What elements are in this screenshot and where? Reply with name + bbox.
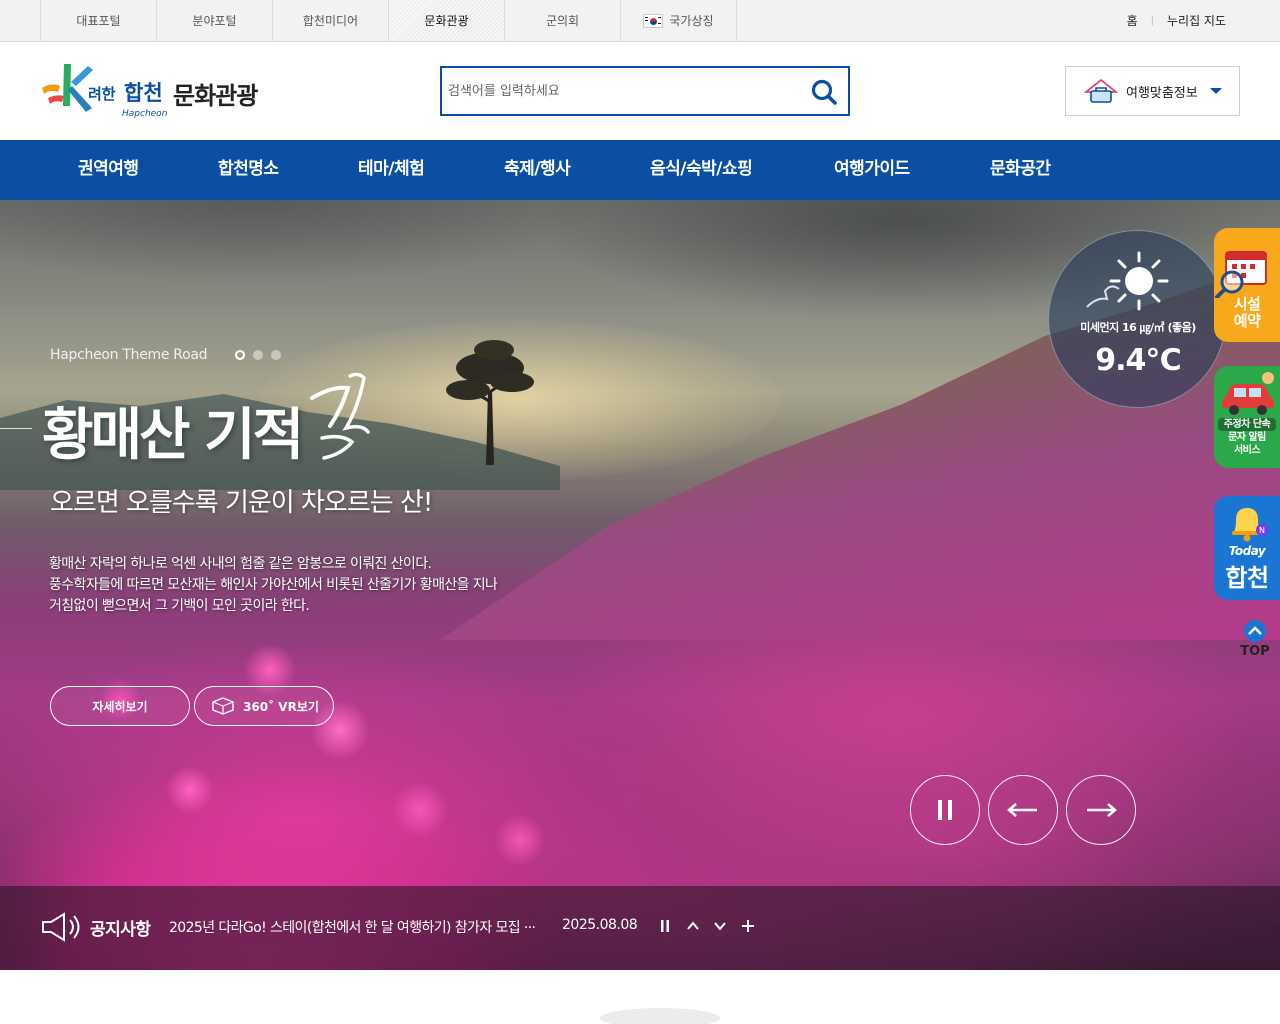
site-header: 려한 합천 Hapcheon 문화관광 여행맞춤정보 [0, 42, 1280, 140]
weather-widget: 미세먼지 16 ㎍/㎥ (좋음) 9.4℃ [1048, 230, 1226, 408]
hero-title-script: 길 [302, 368, 370, 460]
portal-tab-council[interactable]: 군의회 [505, 0, 621, 41]
plus-icon [742, 920, 754, 932]
scroll-top-button[interactable]: TOP [1240, 620, 1270, 660]
travel-bag-icon [1084, 78, 1118, 103]
search-button[interactable] [810, 78, 838, 106]
notice-next-button[interactable] [710, 916, 730, 936]
bell-icon: N [1232, 508, 1268, 542]
today-label: Today [1228, 544, 1266, 558]
today-hapcheon-quick[interactable]: N Today 합천 [1214, 496, 1280, 600]
hero-subtitle: 오르면 오를수록 기운이 차오르는 산! [50, 488, 433, 518]
chevron-up-icon [1244, 620, 1266, 642]
chevron-down-icon [714, 922, 726, 931]
hero-title: 황매산 기적 [42, 403, 304, 468]
portal-tab-culture-tourism[interactable]: 문화관광 [389, 0, 505, 41]
site-logo[interactable]: 려한 합천 Hapcheon 문화관광 [38, 62, 278, 120]
portal-bar: 대표포털 분야포털 합천미디어 문화관광 군의회 국가상징 홈 | 누리집 지도 [0, 0, 1280, 42]
slide-next-button[interactable] [1066, 775, 1136, 845]
pine-tree-image [446, 340, 534, 465]
pause-icon [661, 920, 669, 932]
site-title: 문화관광 [173, 82, 258, 110]
nav-item-food-lodging-shopping[interactable]: 음식/숙박/쇼핑 [650, 140, 753, 200]
portal-tab-national-symbol[interactable]: 국가상징 [621, 0, 737, 41]
slide-indicators [235, 350, 281, 360]
korea-flag-icon [643, 13, 664, 28]
decor-swoosh [600, 1008, 720, 1024]
view-detail-button[interactable]: 자세히보기 [50, 686, 190, 726]
parking-alert-quick[interactable]: 주정차 단속 문자 알림 서비스 [1214, 366, 1280, 468]
sitemap-link[interactable]: 누리집 지도 [1167, 12, 1226, 29]
main-nav: 권역여행 합천명소 테마/체험 축제/행사 음식/숙박/쇼핑 여행가이드 문화공… [0, 140, 1280, 200]
notice-prev-button[interactable] [683, 916, 703, 936]
chevron-up-icon [687, 921, 699, 930]
notice-date: 2025.08.08 [562, 917, 638, 933]
svg-text:N: N [1259, 526, 1265, 535]
portal-tab-media[interactable]: 합천미디어 [273, 0, 389, 41]
arrow-right-icon [1087, 803, 1117, 817]
temperature: 9.4℃ [1095, 343, 1181, 378]
arrow-left-icon [1007, 803, 1037, 817]
caret-down-icon [1209, 88, 1222, 94]
parking-alert-label: 주정차 단속 문자 알림 서비스 [1214, 418, 1280, 457]
nav-item-festivals[interactable]: 축제/행사 [504, 140, 571, 200]
car-icon [1222, 372, 1274, 415]
portal-tab-main[interactable]: 대표포털 [41, 0, 157, 41]
notice-pause-button[interactable] [655, 916, 675, 936]
slide-prev-button[interactable] [988, 775, 1058, 845]
slide-pause-button[interactable] [910, 775, 980, 845]
hapcheon-label: 합천 [1225, 564, 1269, 592]
home-link[interactable]: 홈 [1127, 12, 1138, 29]
sun-icon [1086, 251, 1169, 311]
facility-reservation-label: 시설 예약 [1233, 295, 1261, 330]
notice-more-button[interactable] [738, 916, 758, 936]
facility-reservation-quick[interactable]: 시설 예약 [1214, 228, 1280, 342]
hapcheon-logo-icon: 려한 합천 Hapcheon [42, 64, 168, 119]
search-box [440, 66, 850, 116]
nav-item-culture-space[interactable]: 문화공간 [990, 140, 1051, 200]
nav-item-attractions[interactable]: 합천명소 [218, 140, 279, 200]
search-input[interactable] [448, 80, 798, 102]
notice-headline[interactable]: 2025년 다라Go! 스테이(합천에서 한 달 여행하기) 참가자 모집 ··… [169, 917, 536, 937]
hero-description: 황매산 자락의 하나로 억센 사내의 험줄 같은 암봉으로 이뤄진 산이다. 풍… [49, 556, 498, 614]
util-separator: | [1150, 15, 1154, 26]
portal-tabs: 대표포털 분야포털 합천미디어 문화관광 군의회 국가상징 [40, 0, 737, 41]
nav-item-regional-travel[interactable]: 권역여행 [78, 140, 139, 200]
svg-text:Hapcheon: Hapcheon [122, 109, 168, 119]
portal-tab-field[interactable]: 분야포털 [157, 0, 273, 41]
search-icon [811, 79, 837, 105]
hero-decor-line [0, 428, 32, 429]
slide-dot-2[interactable] [253, 350, 263, 360]
slide-dot-1[interactable] [235, 350, 245, 360]
svg-text:길: 길 [302, 368, 303, 369]
util-links: 홈 | 누리집 지도 [1127, 0, 1226, 41]
travel-custom-info-button[interactable]: 여행맞춤정보 [1065, 66, 1240, 116]
notice-bar: 공지사항 2025년 다라Go! 스테이(합천에서 한 달 여행하기) 참가자 … [0, 886, 1280, 970]
calendar-search-icon [1215, 251, 1267, 298]
hero-english-subtitle: Hapcheon Theme Road [50, 347, 208, 363]
nav-item-travel-guide[interactable]: 여행가이드 [834, 140, 910, 200]
content-area [0, 970, 1280, 1024]
fine-dust-info: 미세먼지 16 ㎍/㎥ (좋음) [1080, 321, 1196, 334]
megaphone-icon [42, 912, 80, 942]
nav-item-theme-experience[interactable]: 테마/체험 [358, 140, 425, 200]
svg-text:합천: 합천 [124, 81, 163, 105]
slide-dot-3[interactable] [271, 350, 281, 360]
vr-view-button[interactable]: 360˚ VR보기 [194, 686, 334, 726]
pause-icon [938, 800, 952, 820]
vr-cube-icon [212, 697, 234, 715]
svg-text:려한: 려한 [88, 85, 116, 103]
notice-label: 공지사항 [90, 920, 151, 940]
